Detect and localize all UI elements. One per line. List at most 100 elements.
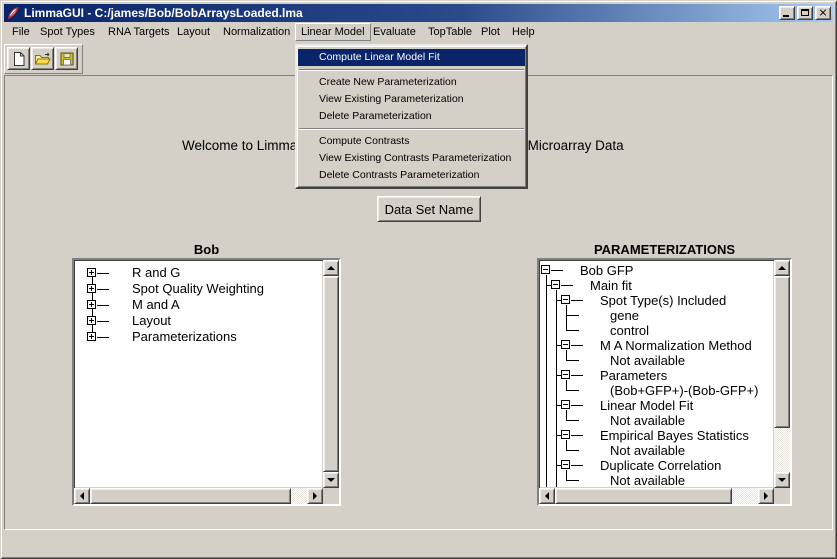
menu-bar: FileSpot TypesRNA TargetsLayoutNormaliza…: [4, 22, 833, 43]
tree-item[interactable]: Linear Model Fit: [600, 399, 693, 413]
tree-item[interactable]: R and G: [132, 266, 180, 280]
dropdown-item-compute-linear-model-fit[interactable]: Compute Linear Model Fit: [298, 49, 525, 66]
tree-item[interactable]: Bob GFP: [580, 264, 633, 278]
tree-item[interactable]: Not available: [610, 354, 685, 368]
dropdown-item-compute-contrasts[interactable]: Compute Contrasts: [298, 133, 525, 150]
open-file-button[interactable]: [31, 47, 54, 70]
menu-separator: [299, 128, 524, 130]
close-button[interactable]: [815, 6, 831, 20]
menubar-item-spot-types[interactable]: Spot Types: [35, 23, 100, 41]
scroll-up-button[interactable]: [774, 260, 790, 276]
menubar-item-layout[interactable]: Layout: [172, 23, 215, 41]
dataset-horizontal-scrollbar[interactable]: [74, 488, 323, 504]
tree-line: [551, 270, 563, 271]
tree-item[interactable]: control: [610, 324, 649, 338]
tree-item[interactable]: Main fit: [590, 279, 632, 293]
tree-expand-box[interactable]: [87, 332, 96, 341]
scroll-left-button[interactable]: [74, 488, 90, 504]
tree-expand-box[interactable]: [541, 265, 550, 274]
tree-item[interactable]: Parameterizations: [132, 330, 237, 344]
tree-expand-box[interactable]: [87, 316, 96, 325]
tree-line: [566, 470, 567, 480]
dropdown-item-delete-contrasts-parameterization[interactable]: Delete Contrasts Parameterization: [298, 167, 525, 184]
tree-expand-box[interactable]: [561, 430, 570, 439]
tree-expand-box[interactable]: [87, 268, 96, 277]
scroll-up-button[interactable]: [323, 260, 339, 276]
tree-line: [556, 290, 557, 487]
menubar-item-plot[interactable]: Plot: [476, 23, 505, 41]
parameterizations-vertical-scrollbar[interactable]: [774, 260, 790, 488]
tree-item[interactable]: Spot Type(s) Included: [600, 294, 726, 308]
tree-line: [97, 305, 109, 306]
menubar-item-file[interactable]: File: [7, 23, 35, 41]
menubar-item-rna-targets[interactable]: RNA Targets: [103, 23, 175, 41]
window-title: LimmaGUI - C:/james/Bob/BobArraysLoaded.…: [24, 6, 777, 20]
tree-expand-box[interactable]: [561, 340, 570, 349]
dataset-name-button[interactable]: Data Set Name: [377, 196, 481, 222]
dropdown-item-create-new-parameterization[interactable]: Create New Parameterization: [298, 74, 525, 91]
app-window: LimmaGUI - C:/james/Bob/BobArraysLoaded.…: [0, 0, 837, 559]
dropdown-item-view-existing-parameterization[interactable]: View Existing Parameterization: [298, 91, 525, 108]
menubar-item-linear-model[interactable]: Linear Model: [295, 23, 371, 41]
dropdown-item-view-existing-contrasts-parameterization[interactable]: View Existing Contrasts Parameterization: [298, 150, 525, 167]
tree-expand-box[interactable]: [87, 284, 96, 293]
tree-item[interactable]: Spot Quality Weighting: [132, 282, 264, 296]
tree-line: [561, 285, 573, 286]
tree-item[interactable]: (Bob+GFP+)-(Bob-GFP+): [610, 384, 758, 398]
menubar-item-normalization[interactable]: Normalization: [218, 23, 295, 41]
parameterizations-tree-panel: Bob GFPMain fitSpot Type(s) Includedgene…: [537, 258, 792, 506]
scroll-left-button[interactable]: [539, 488, 555, 504]
tree-expand-box[interactable]: [551, 280, 560, 289]
dataset-tree-panel: R and G Spot Quality Weighting M and A Layo…: [72, 258, 341, 506]
menubar-item-evaluate[interactable]: Evaluate: [368, 23, 421, 41]
scroll-right-button[interactable]: [758, 488, 774, 504]
minimize-button[interactable]: [779, 6, 795, 20]
tree-expand-box[interactable]: [561, 400, 570, 409]
tree-expand-box[interactable]: [561, 295, 570, 304]
scrollbar-thumb[interactable]: [323, 276, 339, 472]
tree-line: [97, 321, 109, 322]
arrow-up-icon: [327, 266, 335, 270]
tree-line: [571, 300, 583, 301]
menubar-item-help[interactable]: Help: [507, 23, 540, 41]
dropdown-item-delete-parameterization[interactable]: Delete Parameterization: [298, 108, 525, 125]
tree-line: [571, 345, 583, 346]
tree-line: [566, 450, 579, 451]
save-icon: [59, 51, 75, 67]
tree-item[interactable]: gene: [610, 309, 639, 323]
tree-item[interactable]: Not available: [610, 444, 685, 458]
tree-line: [566, 480, 579, 481]
tree-item[interactable]: M A Normalization Method: [600, 339, 752, 353]
save-button[interactable]: [55, 47, 78, 70]
scrollbar-thumb[interactable]: [90, 488, 291, 504]
menubar-item-toptable[interactable]: TopTable: [423, 23, 477, 41]
tree-expand-box[interactable]: [561, 370, 570, 379]
scrollbar-thumb[interactable]: [555, 488, 732, 504]
tree-item[interactable]: Parameters: [600, 369, 667, 383]
tree-line: [566, 440, 567, 450]
new-document-button[interactable]: [7, 47, 30, 70]
scrollbar-thumb[interactable]: [774, 276, 790, 428]
tree-line: [97, 337, 109, 338]
dataset-vertical-scrollbar[interactable]: [323, 260, 339, 488]
tree-item[interactable]: Layout: [132, 314, 171, 328]
tree-item[interactable]: Duplicate Correlation: [600, 459, 721, 473]
toolbar: [4, 44, 83, 74]
tree-item[interactable]: Not available: [610, 474, 685, 487]
tree-line: [571, 465, 583, 466]
tree-item[interactable]: Not available: [610, 414, 685, 428]
tree-line: [571, 405, 583, 406]
new-document-icon: [11, 51, 27, 67]
scrollbar-corner: [323, 488, 339, 504]
dataset-tree: R and G Spot Quality Weighting M and A Layo…: [75, 261, 322, 487]
tree-expand-box[interactable]: [87, 300, 96, 309]
tree-item[interactable]: M and A: [132, 298, 180, 312]
tree-expand-box[interactable]: [561, 460, 570, 469]
tree-item[interactable]: Empirical Bayes Statistics: [600, 429, 749, 443]
scroll-right-button[interactable]: [307, 488, 323, 504]
scroll-down-button[interactable]: [323, 472, 339, 488]
arrow-left-icon: [80, 492, 84, 500]
parameterizations-horizontal-scrollbar[interactable]: [539, 488, 774, 504]
maximize-button[interactable]: [797, 6, 813, 20]
scroll-down-button[interactable]: [774, 472, 790, 488]
